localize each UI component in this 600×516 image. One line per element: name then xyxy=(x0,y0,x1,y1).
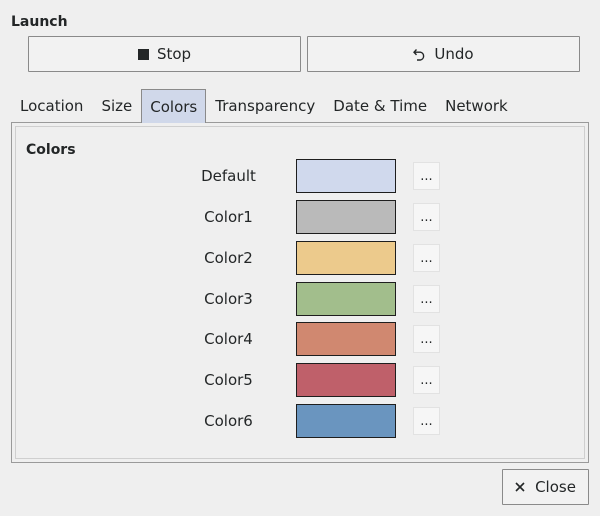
choose-color-button[interactable]: ... xyxy=(413,366,440,394)
launch-section-title: Launch xyxy=(11,14,68,30)
tab-colors[interactable]: Colors xyxy=(141,89,207,123)
color-row-color5: Color5 ... xyxy=(16,363,584,397)
color-label: Color1 xyxy=(204,208,253,226)
color-row-color4: Color4 ... xyxy=(16,322,584,356)
color-row-color6: Color6 ... xyxy=(16,404,584,438)
color-swatch[interactable] xyxy=(296,363,396,397)
choose-color-button[interactable]: ... xyxy=(413,285,440,313)
choose-color-button[interactable]: ... xyxy=(413,407,440,435)
tab-transparency[interactable]: Transparency xyxy=(206,89,324,122)
tab-bar: Location Size Colors Transparency Date &… xyxy=(11,89,517,123)
undo-button-label: Undo xyxy=(434,45,474,63)
color-row-default: Default ... xyxy=(16,159,584,193)
tab-network[interactable]: Network xyxy=(436,89,517,122)
color-swatch[interactable] xyxy=(296,282,396,316)
color-swatch[interactable] xyxy=(296,322,396,356)
color-row-color2: Color2 ... xyxy=(16,241,584,275)
close-icon xyxy=(515,482,525,492)
colors-group-title: Colors xyxy=(26,142,76,158)
close-button-label: Close xyxy=(535,478,576,496)
color-label: Color6 xyxy=(204,412,253,430)
color-swatch[interactable] xyxy=(296,200,396,234)
stop-button-label: Stop xyxy=(156,45,192,63)
stop-button[interactable]: Stop xyxy=(28,36,301,72)
color-row-color3: Color3 ... xyxy=(16,282,584,316)
color-label: Color4 xyxy=(204,330,253,348)
choose-color-button[interactable]: ... xyxy=(413,325,440,353)
stop-icon xyxy=(137,48,149,60)
close-button[interactable]: Close xyxy=(502,469,589,505)
choose-color-button[interactable]: ... xyxy=(413,244,440,272)
color-swatch[interactable] xyxy=(296,241,396,275)
colors-group-box: Colors Default ... Color1 ... Color2 ...… xyxy=(15,126,585,459)
color-label: Color3 xyxy=(204,290,253,308)
color-label: Color5 xyxy=(204,371,253,389)
tab-location[interactable]: Location xyxy=(11,89,92,122)
color-row-color1: Color1 ... xyxy=(16,200,584,234)
colors-tab-panel: Colors Default ... Color1 ... Color2 ...… xyxy=(11,122,589,463)
color-swatch[interactable] xyxy=(296,159,396,193)
tab-date-time[interactable]: Date & Time xyxy=(324,89,436,122)
choose-color-button[interactable]: ... xyxy=(413,203,440,231)
color-label: Default xyxy=(201,167,256,185)
undo-icon xyxy=(413,48,426,61)
tab-size[interactable]: Size xyxy=(92,89,141,122)
undo-button[interactable]: Undo xyxy=(307,36,580,72)
color-swatch[interactable] xyxy=(296,404,396,438)
choose-color-button[interactable]: ... xyxy=(413,162,440,190)
color-label: Color2 xyxy=(204,249,253,267)
